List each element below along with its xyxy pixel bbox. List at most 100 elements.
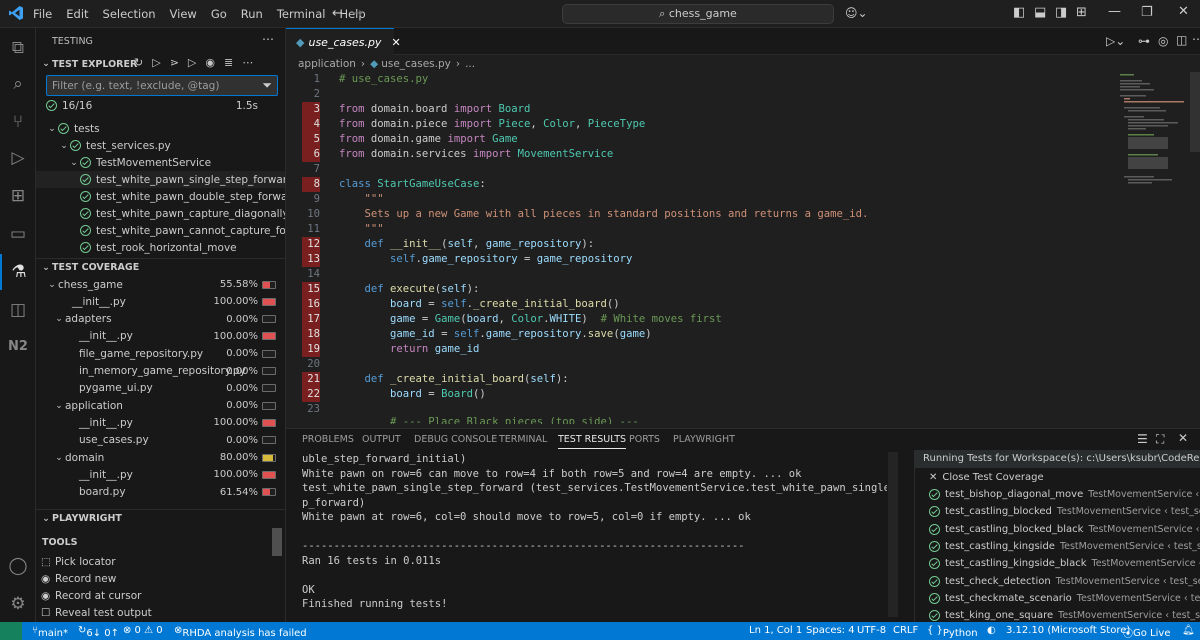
remote-explorer-icon[interactable]: ▭ — [0, 216, 36, 252]
run-debug-icon[interactable]: ▷ — [0, 140, 36, 176]
encoding-status[interactable]: UTF-8 — [857, 625, 886, 636]
test-result-item[interactable]: test_check_detection TestMovementService … — [929, 573, 1200, 590]
coverage-item[interactable]: pygame_ui.py 0.00% — [36, 380, 285, 397]
toggle-secondary-sidebar-icon[interactable]: ◨ — [1055, 5, 1067, 20]
reveal-output-item[interactable]: ☐ Reveal test output — [36, 604, 285, 621]
coverage-item[interactable]: ⌄ chess_game 55.58% — [36, 276, 285, 293]
sidebar-scrollbar[interactable] — [272, 528, 282, 556]
indentation-status[interactable]: Spaces: 4 — [806, 625, 855, 636]
python-env-icon[interactable]: ◐ — [987, 625, 996, 636]
close-coverage-item[interactable]: ✕ Close Test Coverage — [929, 469, 1044, 486]
tab-test-results[interactable]: TEST RESULTS — [558, 434, 627, 449]
toggle-panel-icon[interactable]: ⬓ — [1034, 5, 1046, 20]
more-actions-icon[interactable]: ⋯ — [262, 32, 274, 46]
record-cursor-item[interactable]: ◉ Record at cursor — [36, 587, 285, 604]
breadcrumb-folder[interactable]: application — [298, 58, 356, 70]
watch-icon[interactable]: ◉ — [205, 56, 215, 69]
tab-output[interactable]: OUTPUT — [362, 434, 401, 445]
problems-status[interactable]: ⊗ 0 ⚠ 0 — [123, 625, 163, 636]
interpreter-status[interactable]: 3.12.10 (Microsoft Store) — [1006, 625, 1130, 636]
test-result-item[interactable]: test_castling_kingside TestMovementServic… — [929, 538, 1200, 555]
back-arrow-icon[interactable]: ← — [332, 6, 343, 21]
coverage-item[interactable]: ⌄ adapters 0.00% — [36, 311, 285, 328]
show-output-icon[interactable]: ≣ — [224, 56, 233, 69]
test-more-icon[interactable]: ⋯ — [242, 56, 253, 69]
toggle-sidebar-icon[interactable]: ◧ — [1013, 5, 1025, 20]
restore-icon[interactable]: ❐ — [1141, 5, 1153, 20]
language-status[interactable]: { } Python — [927, 625, 978, 639]
test-item[interactable]: test_white_pawn_cannot_capture_forward — [36, 222, 285, 239]
coverage-item[interactable]: __init__.py 100.00% — [36, 414, 285, 431]
split-editor-icon[interactable]: ◫ — [1176, 33, 1187, 47]
settings-gear-icon[interactable]: ⚙ — [0, 586, 36, 622]
run-coverage-icon[interactable]: ▷ — [188, 56, 196, 69]
menu-selection[interactable]: Selection — [96, 7, 163, 21]
go-live-button[interactable]: ⦿ Go Live — [1123, 625, 1170, 640]
record-new-item[interactable]: ◉ Record new — [36, 570, 285, 587]
command-center-search[interactable]: ⌕ chess_game — [562, 4, 834, 24]
extensions-icon[interactable]: ⊞ — [0, 178, 36, 214]
test-item[interactable]: test_rook_horizontal_move — [36, 239, 285, 256]
coverage-item[interactable]: use_cases.py 0.00% — [36, 432, 285, 449]
containers-icon[interactable]: ◫ — [0, 292, 36, 328]
test-coverage-header[interactable]: ⌄ TEST COVERAGE — [36, 258, 285, 276]
run-python-icon[interactable]: ▷⌄ — [1106, 34, 1125, 48]
test-filter-input[interactable]: Filter (e.g. text, !exclude, @tag) ⏷ — [46, 75, 278, 96]
account-icon[interactable]: ◯ — [0, 548, 36, 584]
pick-locator-item[interactable]: ⬚ Pick locator — [36, 553, 285, 570]
output-scrollbar[interactable] — [888, 452, 898, 617]
test-result-item[interactable]: test_checkmate_scenario TestMovementServi… — [929, 590, 1200, 607]
maximize-panel-icon[interactable]: ⛶ — [1156, 432, 1164, 447]
eol-status[interactable]: CRLF — [893, 625, 918, 636]
open-changes-icon[interactable]: ⊶ — [1138, 34, 1150, 48]
playwright-header[interactable]: ⌄ PLAYWRIGHT — [36, 509, 285, 527]
n2-extension-icon[interactable]: N2 — [0, 328, 36, 364]
tab-use-cases[interactable]: ◆ use_cases.py ✕ — [286, 28, 401, 55]
testing-icon[interactable]: ⚗ — [0, 254, 36, 290]
cursor-position[interactable]: Ln 1, Col 1 — [749, 625, 802, 636]
coverage-item[interactable]: board.py 61.54% — [36, 484, 285, 501]
breadcrumb-symbol[interactable]: ... — [465, 58, 475, 70]
coverage-item[interactable]: in_memory_game_repository.py 0.00% — [36, 363, 285, 380]
test-item[interactable]: test_white_pawn_double_step_forward_in..… — [36, 188, 285, 205]
menu-edit[interactable]: Edit — [59, 7, 95, 21]
tab-ports[interactable]: PORTS — [629, 434, 660, 445]
test-item[interactable]: test_white_pawn_capture_diagonally — [36, 205, 285, 222]
coverage-item[interactable]: __init__.py 100.00% — [36, 328, 285, 345]
code-editor[interactable]: 1 # use_cases.py 2 3 from domain.board imp… — [286, 72, 1116, 424]
coverage-item[interactable]: ⌄ domain 80.00% — [36, 449, 285, 466]
coverage-item[interactable]: __init__.py 100.00% — [36, 466, 285, 483]
forward-arrow-icon[interactable]: → — [352, 6, 363, 21]
tab-problems[interactable]: PROBLEMS — [302, 434, 354, 445]
minimap[interactable] — [1116, 72, 1200, 424]
editor-scrollbar[interactable] — [1190, 72, 1200, 152]
menu-file[interactable]: File — [26, 7, 59, 21]
minimize-icon[interactable]: — — [1108, 4, 1121, 19]
search-activity-icon[interactable]: ⌕ — [0, 66, 36, 102]
close-window-icon[interactable]: ✕ — [1178, 4, 1189, 19]
test-result-item[interactable]: test_castling_blocked TestMovementService… — [929, 503, 1200, 520]
tab-terminal[interactable]: TERMINAL — [499, 434, 547, 445]
run-header[interactable]: Running Tests for Workspace(s): c:\Users… — [915, 450, 1200, 468]
coverage-item[interactable]: file_game_repository.py 0.00% — [36, 345, 285, 362]
coverage-item[interactable]: ⌄ application 0.00% — [36, 397, 285, 414]
run-tests-icon[interactable]: ▷ — [152, 56, 160, 69]
test-output[interactable]: uble_step_forward_initial) White pawn on … — [302, 452, 887, 622]
tab-playwright[interactable]: PLAYWRIGHT — [673, 434, 735, 445]
test-result-item[interactable]: test_castling_kingside_black TestMovement… — [929, 555, 1200, 572]
tree-item-test-file[interactable]: ⌄ test_services.py — [36, 137, 285, 154]
debug-tests-icon[interactable]: ⋗ — [170, 56, 179, 69]
panel-list-icon[interactable]: ☰ — [1137, 432, 1148, 446]
menu-run[interactable]: Run — [234, 7, 270, 21]
sync-status[interactable]: ↻ 6↓ 0↑ — [78, 625, 119, 639]
explorer-icon[interactable]: ⧉ — [0, 30, 36, 66]
source-control-icon[interactable]: ⑂ — [0, 104, 36, 140]
live-preview-icon[interactable]: ◎ — [1158, 34, 1168, 48]
test-result-item[interactable]: test_bishop_diagonal_move TestMovementSer… — [929, 486, 1200, 503]
copilot-icon[interactable]: ☺⌄ — [845, 6, 868, 20]
notifications-bell-icon[interactable]: 🔔︎ — [1182, 625, 1195, 636]
rhda-status[interactable]: ⊗ RHDA analysis has failed — [174, 625, 307, 639]
coverage-item[interactable]: __init__.py 100.00% — [36, 293, 285, 310]
editor-more-icon[interactable]: ⋯ — [1192, 32, 1200, 46]
test-result-item[interactable]: test_king_one_square TestMovementService … — [929, 607, 1200, 622]
